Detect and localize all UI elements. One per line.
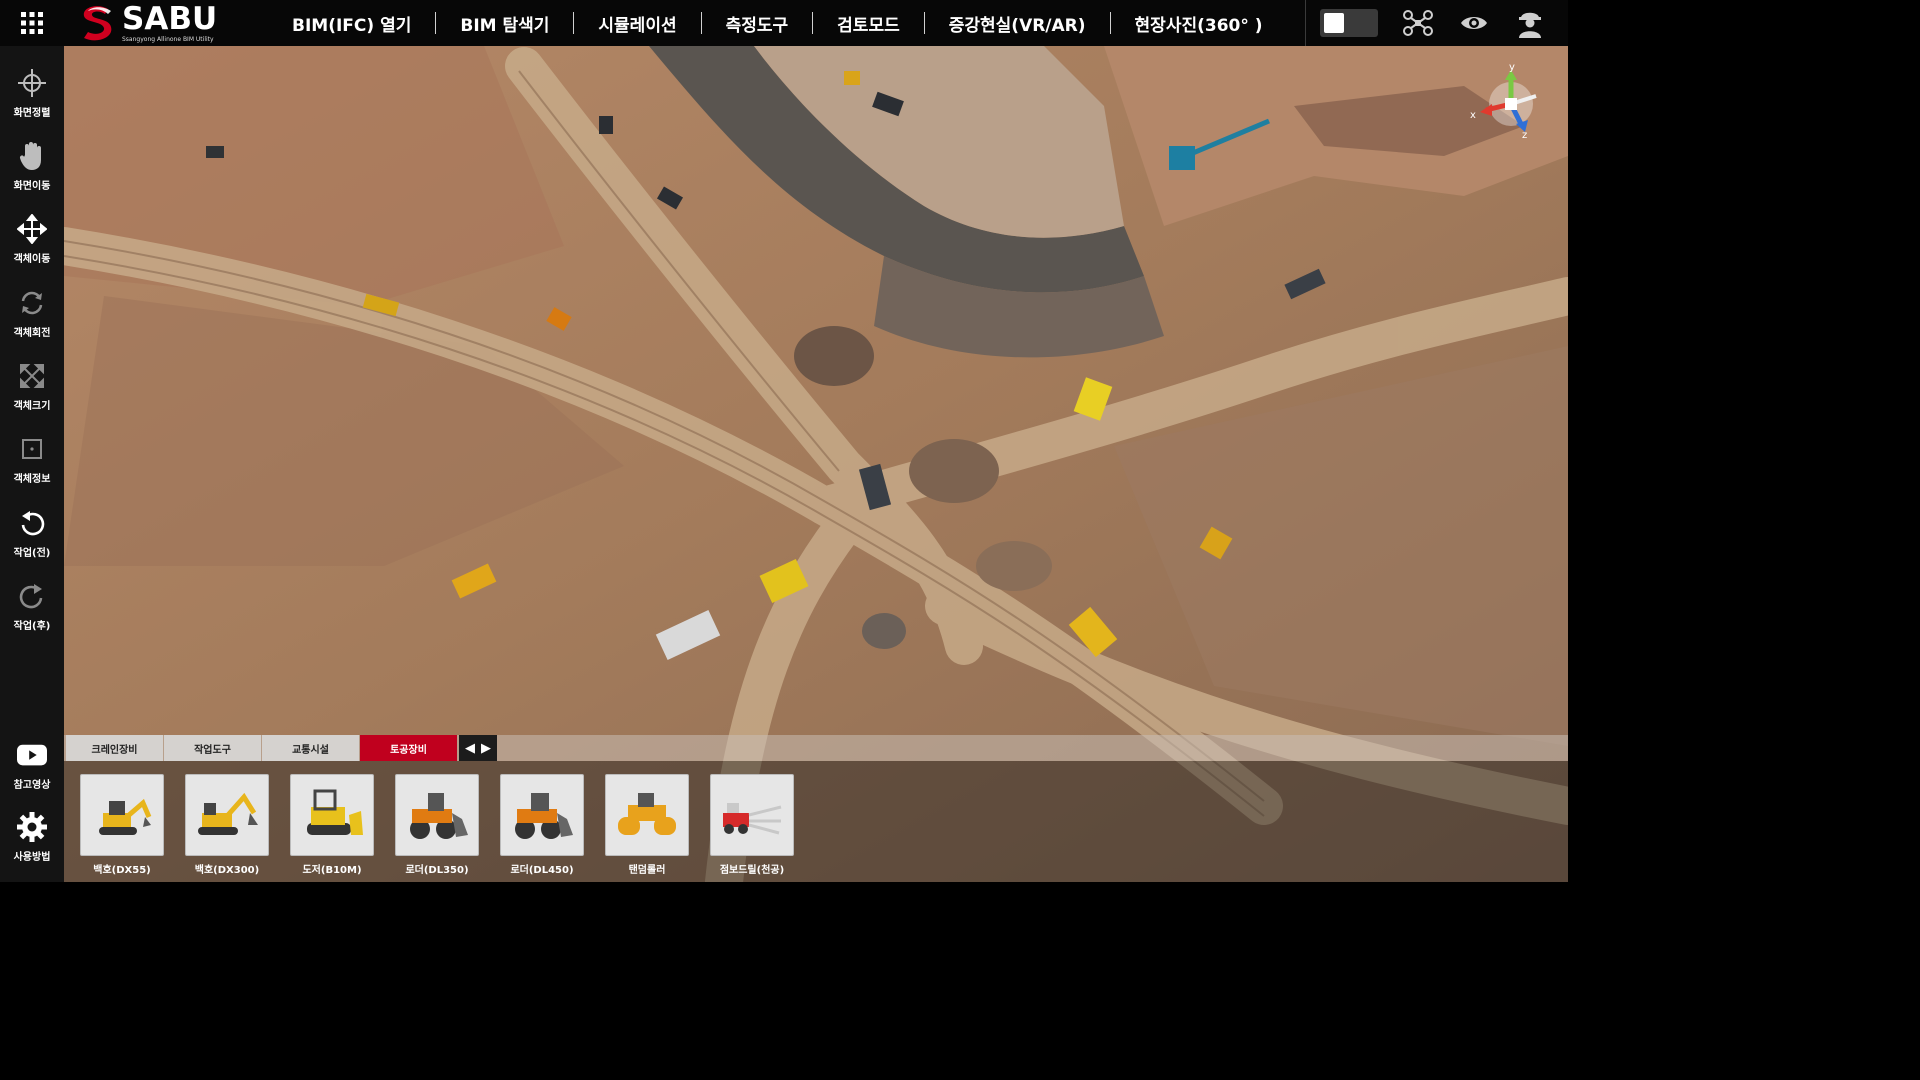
worker-icon xyxy=(1519,12,1541,38)
gizmo-x-label: x xyxy=(1470,110,1476,121)
sidebar-item-label: 화면정렬 xyxy=(13,108,51,119)
sidebar-item-redo[interactable]: 작업(후) xyxy=(0,579,64,649)
bulldozer-icon xyxy=(307,789,363,835)
equipment-item-dx55[interactable]: 백호(DX55) xyxy=(80,774,164,876)
tab-navigation: ◀ ▶ xyxy=(459,735,497,761)
sidebar-item-label: 화면이동 xyxy=(13,181,51,192)
menu-simulation[interactable]: 시뮬레이션 xyxy=(574,11,700,36)
equipment-thumbnail[interactable] xyxy=(290,774,374,856)
equipment-tab-bar: 크레인장비 작업도구 교통시설 토공장비 ◀ ▶ xyxy=(64,735,1568,761)
equipment-thumbnail[interactable] xyxy=(80,774,164,856)
tab-work-tools[interactable]: 작업도구 xyxy=(164,735,261,761)
toggle-knob xyxy=(1324,13,1344,33)
equipment-label: 로더(DL450) xyxy=(510,865,574,876)
gear-icon xyxy=(17,812,47,842)
equipment-label: 탠덤롤러 xyxy=(628,865,666,876)
move-arrows-icon xyxy=(17,214,47,244)
view-toggle[interactable] xyxy=(1320,9,1378,37)
sidebar-item-align-view[interactable]: 화면정렬 xyxy=(0,66,64,136)
main-menu: BIM(IFC) 열기 BIM 탐색기 시뮬레이션 측정도구 검토모드 증강현실… xyxy=(268,0,1287,46)
undo-icon xyxy=(21,511,45,536)
sidebar-item-label: 객체이동 xyxy=(13,254,51,265)
equipment-label: 백호(DX300) xyxy=(194,865,260,876)
logo-subtitle: Ssangyong Allinone BIM Utility xyxy=(122,35,214,43)
sidebar-item-label: 참고영상 xyxy=(13,780,51,791)
redo-icon xyxy=(19,584,43,609)
logo-name: SABU xyxy=(122,0,218,37)
sidebar-item-undo[interactable]: 작업(전) xyxy=(0,506,64,576)
sidebar-item-label: 사용방법 xyxy=(13,852,51,863)
wheel-loader-icon xyxy=(410,793,468,839)
menu-bim-explorer[interactable]: BIM 탐색기 xyxy=(436,11,573,36)
tab-prev-arrow-icon[interactable]: ◀ xyxy=(465,741,475,756)
logo-mark-icon xyxy=(83,6,112,41)
drone-icon xyxy=(1403,10,1433,36)
excavator-icon xyxy=(198,792,258,835)
tandem-roller-icon xyxy=(618,793,676,835)
equipment-thumbnail[interactable] xyxy=(185,774,269,856)
equipment-thumbnail[interactable] xyxy=(500,774,584,856)
equipment-thumbnail[interactable] xyxy=(395,774,479,856)
left-sidebar: 화면정렬 화면이동 객체이동 객체회전 객체크기 객체정보 작업(전) 작업(후… xyxy=(0,46,64,882)
youtube-icon xyxy=(17,744,47,766)
equipment-label: 도저(B10M) xyxy=(302,865,362,876)
menu-site-photo-360[interactable]: 현장사진(360° ) xyxy=(1111,11,1287,36)
mini-excavator-icon xyxy=(99,798,152,835)
hand-icon xyxy=(19,142,41,170)
equipment-label: 백호(DX55) xyxy=(93,865,151,876)
equipment-item-dx300[interactable]: 백호(DX300) xyxy=(185,774,269,876)
app-grid-button[interactable] xyxy=(0,0,64,46)
top-bar: SABU Ssangyong Allinone BIM Utility BIM(… xyxy=(0,0,1568,46)
sidebar-item-label: 객체정보 xyxy=(13,474,51,485)
sidebar-item-scale-object[interactable]: 객체크기 xyxy=(0,359,64,429)
sidebar-item-object-info[interactable]: 객체정보 xyxy=(0,432,64,502)
tab-next-arrow-icon[interactable]: ▶ xyxy=(481,741,491,756)
user-button[interactable] xyxy=(1502,0,1558,46)
equipment-item-b10m[interactable]: 도저(B10M) xyxy=(290,774,374,876)
sidebar-item-move-object[interactable]: 객체이동 xyxy=(0,212,64,282)
grid-icon xyxy=(21,12,43,34)
crosshair-icon xyxy=(18,69,46,97)
sidebar-item-pan-view[interactable]: 화면이동 xyxy=(0,139,64,209)
tab-traffic-facilities[interactable]: 교통시설 xyxy=(262,735,359,761)
equipment-label: 점보드릴(천공) xyxy=(719,865,785,876)
sidebar-item-label: 객체크기 xyxy=(13,401,51,412)
tab-crane-equipment[interactable]: 크레인장비 xyxy=(66,735,163,761)
equipment-item-tandem-roller[interactable]: 탠덤롤러 xyxy=(605,774,689,876)
eye-icon xyxy=(1461,17,1487,29)
menu-review-mode[interactable]: 검토모드 xyxy=(813,11,924,36)
sidebar-item-rotate-object[interactable]: 객체회전 xyxy=(0,286,64,356)
info-box-icon xyxy=(22,439,42,459)
menu-measure-tools[interactable]: 측정도구 xyxy=(702,11,813,36)
equipment-thumbnail[interactable] xyxy=(710,774,794,856)
equipment-item-dl450[interactable]: 로더(DL450) xyxy=(500,774,584,876)
sidebar-item-label: 객체회전 xyxy=(13,328,51,339)
drone-button[interactable] xyxy=(1390,0,1446,46)
equipment-item-dl350[interactable]: 로더(DL350) xyxy=(395,774,479,876)
visibility-button[interactable] xyxy=(1446,0,1502,46)
wheel-loader-icon xyxy=(515,793,573,839)
equipment-label: 로더(DL350) xyxy=(405,865,469,876)
sidebar-item-help[interactable]: 사용방법 xyxy=(0,810,64,880)
rotate-icon xyxy=(21,291,43,315)
menu-bim-open[interactable]: BIM(IFC) 열기 xyxy=(268,11,435,36)
scale-icon xyxy=(20,364,44,388)
gizmo-y-label: y xyxy=(1509,62,1515,73)
sidebar-item-reference-video[interactable]: 참고영상 xyxy=(0,738,64,808)
menu-vr-ar[interactable]: 증강현실(VR/AR) xyxy=(925,11,1110,36)
equipment-item-jumbo-drill[interactable]: 점보드릴(천공) xyxy=(710,774,794,876)
right-toolbar xyxy=(1305,0,1568,46)
sidebar-item-label: 작업(전) xyxy=(13,548,51,559)
app-logo[interactable]: SABU Ssangyong Allinone BIM Utility xyxy=(78,0,238,43)
jumbo-drill-icon xyxy=(723,803,782,835)
sidebar-item-label: 작업(후) xyxy=(13,621,51,632)
equipment-thumbnail[interactable] xyxy=(605,774,689,856)
equipment-tray: 백호(DX55) 백호(DX300) 도저(B10M) 로더(DL350) 로더… xyxy=(64,761,1568,882)
tab-earthwork-equipment[interactable]: 토공장비 xyxy=(360,735,457,761)
gizmo-z-label: z xyxy=(1522,130,1527,141)
